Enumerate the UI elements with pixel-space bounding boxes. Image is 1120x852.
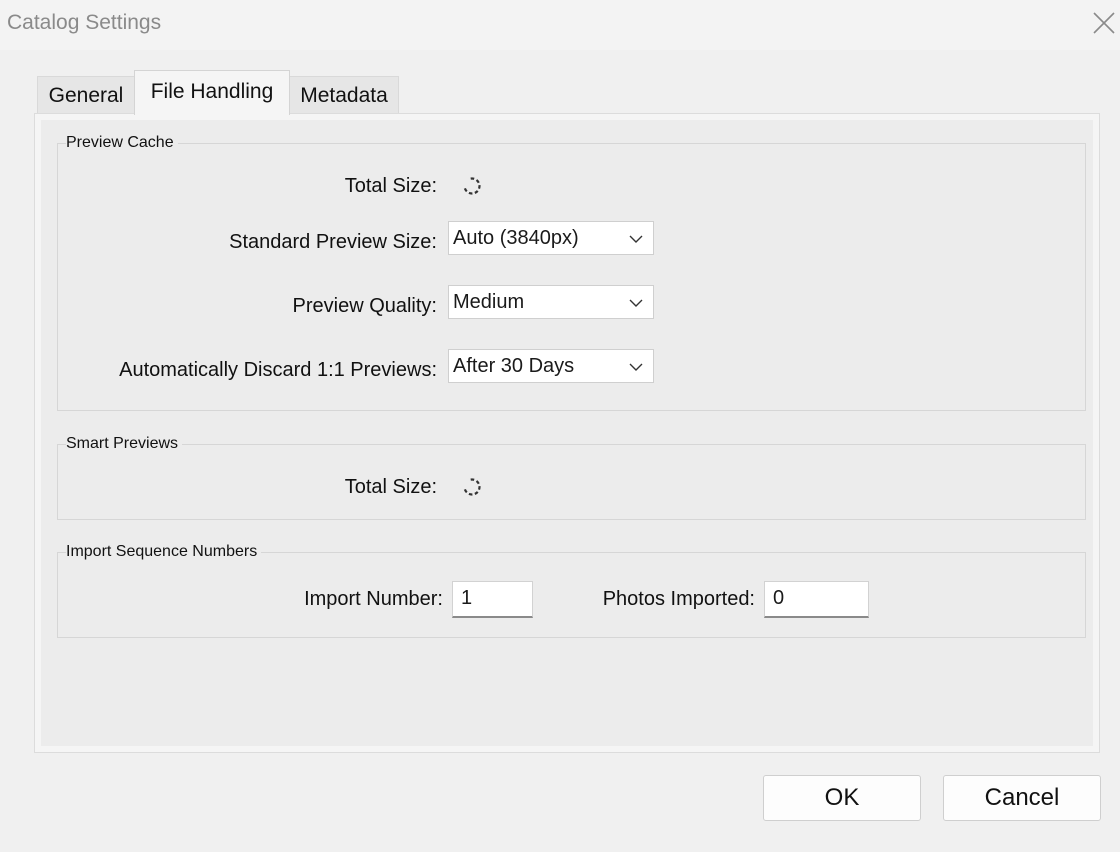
photos-imported-field[interactable]: 0 (764, 581, 869, 618)
preview-cache-total-size-label: Total Size: (344, 175, 437, 197)
preview-quality-value: Medium (453, 291, 525, 313)
ok-button[interactable]: OK (763, 775, 921, 821)
chevron-down-icon (629, 363, 643, 371)
import-sequence-group (57, 552, 1086, 638)
close-icon[interactable] (1090, 9, 1118, 37)
auto-discard-select[interactable]: After 30 Days (448, 349, 654, 383)
smart-previews-group (57, 444, 1086, 520)
chevron-down-icon (629, 235, 643, 243)
standard-preview-size-select[interactable]: Auto (3840px) (448, 221, 654, 255)
import-sequence-legend: Import Sequence Numbers (66, 543, 262, 561)
preview-quality-label: Preview Quality: (292, 295, 438, 317)
window-title: Catalog Settings (7, 11, 162, 34)
preview-quality-select[interactable]: Medium (448, 285, 654, 319)
title-bar: Catalog Settings (0, 0, 1120, 50)
standard-preview-size-label: Standard Preview Size: (229, 231, 437, 253)
tab-file-handling[interactable]: File Handling (134, 70, 290, 115)
smart-previews-total-size-label: Total Size: (344, 476, 437, 498)
tab-metadata[interactable]: Metadata (289, 76, 399, 114)
loading-spinner-icon (463, 478, 481, 496)
standard-preview-size-value: Auto (3840px) (453, 227, 579, 249)
import-number-label: Import Number: (304, 588, 443, 610)
loading-spinner-icon (463, 177, 481, 195)
preview-cache-legend: Preview Cache (66, 134, 178, 152)
import-number-field[interactable]: 1 (452, 581, 533, 618)
tab-general[interactable]: General (37, 76, 135, 114)
cancel-button[interactable]: Cancel (943, 775, 1101, 821)
close-button[interactable] (1090, 9, 1118, 37)
auto-discard-value: After 30 Days (453, 355, 575, 377)
auto-discard-label: Automatically Discard 1:1 Previews: (119, 359, 437, 381)
smart-previews-legend: Smart Previews (66, 435, 183, 453)
chevron-down-icon (629, 299, 643, 307)
photos-imported-label: Photos Imported: (602, 588, 755, 610)
